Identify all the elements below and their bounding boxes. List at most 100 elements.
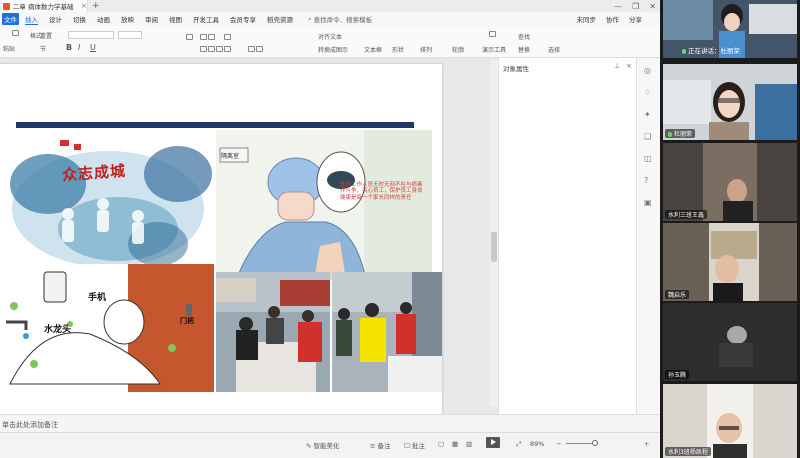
italic-button[interactable]: I	[78, 43, 80, 52]
close-panel-icon[interactable]: ×	[626, 62, 632, 70]
scrollbar-thumb[interactable]	[491, 232, 497, 262]
animation-icon[interactable]: ✦	[644, 110, 651, 119]
participant-tile-1[interactable]: 杜丽荣	[663, 64, 797, 140]
font-name-select[interactable]	[68, 31, 114, 39]
outline-button[interactable]: 轮廓	[452, 45, 464, 54]
normal-view-icon[interactable]: ▢	[438, 440, 444, 448]
line-spacing-icon[interactable]	[248, 45, 264, 52]
font-size-select[interactable]	[118, 31, 142, 39]
menu-review[interactable]: 审阅	[145, 14, 158, 24]
select-button[interactable]: 选择	[548, 45, 560, 54]
menu-transition[interactable]: 切换	[73, 14, 86, 24]
replace-button[interactable]: 替换	[518, 45, 530, 54]
menu-animation[interactable]: 动画	[97, 14, 110, 24]
participant-name-5: 水利3班杨凯程	[665, 447, 711, 456]
vest-volunteers-photo	[332, 272, 442, 392]
menu-view[interactable]: 视图	[169, 14, 182, 24]
menu-design[interactable]: 设计	[49, 14, 62, 24]
section-button[interactable]: 节	[40, 44, 46, 53]
participant-tile-3[interactable]: 魏启乐	[663, 223, 797, 301]
participant-tile-4[interactable]: 孙玉腾	[663, 303, 797, 381]
underline-button[interactable]: U	[90, 43, 96, 52]
file-menu[interactable]: 文件	[2, 13, 19, 25]
slideshow-tools-icon[interactable]	[489, 29, 497, 38]
nurse-drawing	[216, 130, 432, 280]
fit-window-icon[interactable]: ⤢	[516, 440, 521, 449]
video-meeting-panel: 正在讲话：杜丽荣 杜丽荣 水利三班王鑫 魏启乐 孙玉腾 水利3班杨凯程	[660, 0, 800, 458]
participant-name-4: 孙玉腾	[665, 370, 690, 379]
reading-view-icon[interactable]: ▥	[466, 440, 472, 448]
clear-format-icon[interactable]	[186, 33, 194, 40]
smart-beautify-button[interactable]: ✎ 智能美化	[306, 440, 340, 450]
label-phone: 手机	[88, 293, 107, 303]
arrange-button[interactable]: 排列	[420, 45, 432, 54]
nurse-caption: 医护工作人员无时无刻不在与病毒作斗争，关心员工，保护员工身体健康是每一个家长同样…	[340, 182, 423, 201]
editor-scrollbar[interactable]	[490, 60, 498, 406]
menu-insert[interactable]: 插入	[25, 14, 38, 25]
volunteer-photo-1	[216, 272, 330, 392]
close-tab-icon[interactable]: ×	[81, 2, 87, 10]
collaborate-button[interactable]: 协作	[606, 14, 619, 24]
zoom-out-icon[interactable]: −	[556, 440, 561, 448]
backup-icon[interactable]: ◫	[644, 154, 652, 163]
notes-icon: ≡	[370, 442, 378, 450]
reset-button[interactable]: 重置	[40, 31, 52, 40]
comment-button[interactable]: ☐ 批注	[404, 440, 425, 450]
notes-pane[interactable]: 单击此处添加备注	[0, 414, 660, 432]
ppt-file-icon	[3, 2, 10, 10]
slideshow-tools-button[interactable]: 演示工具	[482, 45, 506, 54]
textbox-button[interactable]: 文本框	[364, 45, 382, 54]
slide-canvas[interactable]: 众志成城 隔离室 医护工作人员无时无刻不在与病毒作斗争，关心员工，保护员工身体健…	[0, 64, 442, 458]
find-button[interactable]: 查找	[518, 32, 530, 41]
shared-screen-thumbnail[interactable]: 正在讲话：杜丽荣	[663, 0, 797, 58]
medical-team-watercolor	[10, 140, 212, 267]
zoom-in-icon[interactable]: +	[644, 440, 649, 448]
play-slideshow-button[interactable]	[486, 437, 500, 448]
copy-icon[interactable]: ❏	[644, 132, 651, 141]
notes-label: 备注	[377, 442, 391, 450]
nurse-mirror-illustration: 隔离室 医护工作人员无时无刻不在与病毒作斗争，关心员工，保护员工身体健康是每一个…	[216, 130, 432, 280]
close-window-button[interactable]: ✕	[649, 2, 656, 11]
participant-name-3: 魏启乐	[665, 290, 690, 299]
participant-tile-2[interactable]: 水利三班王鑫	[663, 143, 797, 221]
ribbon-toolbar: 粘贴 格式 重置 节 B I U 对齐文本 转换成图示 文本框 形状 排列 轮廓…	[0, 26, 660, 58]
share-button[interactable]: 分享	[629, 14, 642, 24]
menu-slideshow[interactable]: 放映	[121, 14, 134, 24]
maximize-button[interactable]: ❐	[632, 2, 639, 11]
menu-bar: 文件 插入 设计 切换 动画 放映 审阅 视图 开发工具 会员专享 稻壳资源 ⌕…	[0, 12, 660, 26]
zoom-slider-knob[interactable]	[592, 440, 598, 446]
paste-icon[interactable]	[12, 29, 20, 36]
speaking-label: 正在讲话：杜丽荣	[688, 47, 740, 55]
properties-icon[interactable]: ◎	[644, 66, 651, 75]
command-search[interactable]: ⌕ 查找命令、搜索模板	[308, 14, 372, 25]
shape-button[interactable]: 形状	[392, 45, 404, 54]
menu-member[interactable]: 会员专享	[230, 14, 256, 24]
align-text-button[interactable]: 对齐文本	[318, 32, 342, 41]
image-icon[interactable]: ▣	[644, 198, 652, 207]
bold-button[interactable]: B	[66, 43, 72, 52]
align-left-icon[interactable]	[200, 45, 232, 52]
notes-button[interactable]: ≡ 备注	[370, 440, 391, 450]
paste-button[interactable]: 粘贴	[3, 44, 15, 53]
numbered-list-icon[interactable]	[224, 33, 232, 40]
sorter-view-icon[interactable]: ▦	[452, 440, 458, 448]
right-tool-rail: ◎ ♢ ✦ ❏ ◫ ? ▣	[636, 58, 660, 414]
search-icon: ⌕	[308, 14, 312, 23]
slide-editor: 众志成城 隔离室 医护工作人员无时无刻不在与病毒作斗争，关心员工，保护员工身体健…	[0, 58, 498, 458]
pin-icon[interactable]: ⊥	[614, 62, 620, 70]
zoom-slider[interactable]	[566, 440, 598, 446]
zoom-level[interactable]: 89%	[530, 440, 544, 448]
document-tab[interactable]: 二章 病体数力学基础 ×	[0, 0, 88, 12]
calligraphy-illustration: 众志成城	[8, 134, 214, 276]
new-tab-button[interactable]: +	[92, 1, 100, 11]
menu-developer[interactable]: 开发工具	[193, 14, 219, 24]
bullet-list-icon[interactable]	[200, 33, 216, 40]
participant-tile-5[interactable]: 水利3班杨凯程	[663, 384, 797, 458]
sync-status[interactable]: 未同步	[577, 14, 597, 24]
minimize-button[interactable]: —	[614, 2, 622, 11]
help-icon[interactable]: ?	[644, 176, 648, 185]
menu-docer[interactable]: 稻壳资源	[267, 14, 293, 24]
convert-smartart-button[interactable]: 转换成图示	[318, 45, 348, 54]
beautify-icon: ✎	[306, 442, 314, 450]
style-icon[interactable]: ♢	[644, 88, 651, 97]
